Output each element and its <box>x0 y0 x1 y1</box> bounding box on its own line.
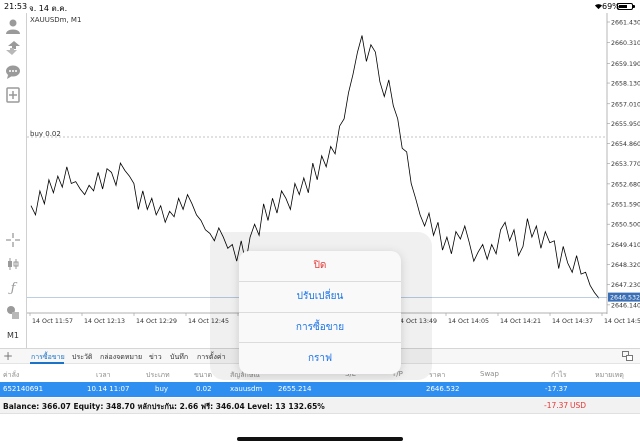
col-type: ประเภท <box>146 371 170 379</box>
y-tick-label: 2648.320 <box>611 262 640 269</box>
row-symbol: xauusdm <box>230 385 263 393</box>
menu-trade-button[interactable]: การซื้อขาย <box>239 313 401 344</box>
y-tick-label: 2661.430 <box>611 19 640 26</box>
y-tick-label: 2646.140 <box>611 302 640 309</box>
crosshair-icon[interactable] <box>4 231 22 249</box>
last-price-label: 2646.532 <box>610 295 640 302</box>
battery-icon <box>617 3 635 10</box>
y-tick-label: 2653.770 <box>611 161 640 168</box>
y-axis: 2661.430 2660.310 2659.190 2658.130 2657.010… <box>607 19 640 309</box>
active-tab-indicator <box>30 362 64 364</box>
menu-close-button[interactable]: ปิด <box>239 251 401 282</box>
status-bar: 21:53 จ. 14 ต.ค. 69% <box>0 0 640 13</box>
row-open-price: 2655.214 <box>278 385 312 393</box>
add-document-icon[interactable] <box>4 86 22 104</box>
row-volume: 0.02 <box>196 385 212 393</box>
balance-bar: Balance: 366.07 Equity: 348.70 หลักประกั… <box>0 398 640 414</box>
tab-mailbox[interactable]: กล่องจดหมาย <box>100 352 142 363</box>
y-tick-label: 2651.590 <box>611 202 640 209</box>
header-label: ค่าลั่ง <box>3 371 20 379</box>
y-tick-label: 2652.680 <box>611 181 640 188</box>
x-tick-label: 14 Oct 11:57 <box>32 318 73 325</box>
x-tick-label: 14 Oct 12:29 <box>136 318 177 325</box>
tab-journal[interactable]: บันทึก <box>170 352 188 363</box>
timeframe-button[interactable]: M1 <box>4 326 22 344</box>
row-time: 10.14 11:07 <box>87 385 130 393</box>
y-tick-label: 2659.190 <box>611 61 640 68</box>
col-swap: Swap <box>480 370 499 378</box>
y-tick-label: 2657.010 <box>611 101 640 108</box>
col-comment: หมายเหตุ <box>595 371 624 379</box>
currency-label: USD <box>570 401 587 410</box>
col-time: เวลา <box>96 371 111 379</box>
order-action-menu: ปิด ปรับเปลี่ยน การซื้อขาย กราฟ <box>239 251 401 374</box>
menu-chart-button[interactable]: กราฟ <box>239 343 401 374</box>
row-type: buy <box>155 385 169 393</box>
balance-text: Balance: 366.07 Equity: 348.70 หลักประกั… <box>3 402 325 411</box>
x-tick-label: 14 Oct 14:05 <box>448 318 489 325</box>
home-indicator[interactable] <box>237 437 403 441</box>
person-icon[interactable] <box>4 17 22 35</box>
y-tick-label: 2649.410 <box>611 242 640 249</box>
x-tick-label: 14 Oct 14:21 <box>500 318 541 325</box>
row-profit: -17.37 <box>545 385 568 393</box>
x-tick-label: 14 Oct 14:37 <box>552 318 593 325</box>
x-tick-label: 14 Oct 14:53 <box>604 318 640 325</box>
status-time: 21:53 <box>4 2 28 11</box>
function-icon[interactable]: ƒ <box>4 279 22 297</box>
row-ticket: 652140691 <box>3 385 44 393</box>
y-tick-label: 2660.310 <box>611 40 640 47</box>
table-row[interactable]: 652140691 10.14 11:07 buy 0.02 xauusdm 2… <box>0 382 640 397</box>
chat-icon[interactable] <box>4 63 22 81</box>
objects-icon[interactable] <box>4 303 22 321</box>
row-price: 2646.532 <box>426 385 460 393</box>
x-tick-label: 14 Oct 12:13 <box>84 318 125 325</box>
chart-symbol-label: XAUUSDm, M1 <box>30 16 81 24</box>
add-icon[interactable]: + <box>3 350 13 362</box>
tab-news[interactable]: ข่าว <box>149 352 162 363</box>
col-profit: กำไร <box>551 371 567 379</box>
menu-modify-button[interactable]: ปรับเปลี่ยน <box>239 282 401 313</box>
window-layout-icon[interactable] <box>622 351 633 363</box>
y-tick-label: 2650.500 <box>611 222 640 229</box>
left-toolbar: ƒ M1 <box>0 13 27 348</box>
y-tick-label: 2647.230 <box>611 282 640 289</box>
y-tick-label: 2654.860 <box>611 141 640 148</box>
col-price: ราคา <box>429 371 446 379</box>
trade-arrows-icon[interactable] <box>4 39 22 57</box>
col-volume: ขนาด <box>194 371 213 379</box>
candles-icon[interactable] <box>4 255 22 273</box>
y-tick-label: 2655.950 <box>611 121 640 128</box>
y-tick-label: 2658.130 <box>611 81 640 88</box>
total-profit: -17.37 <box>544 401 569 410</box>
tab-history[interactable]: ประวัติ <box>72 352 92 363</box>
